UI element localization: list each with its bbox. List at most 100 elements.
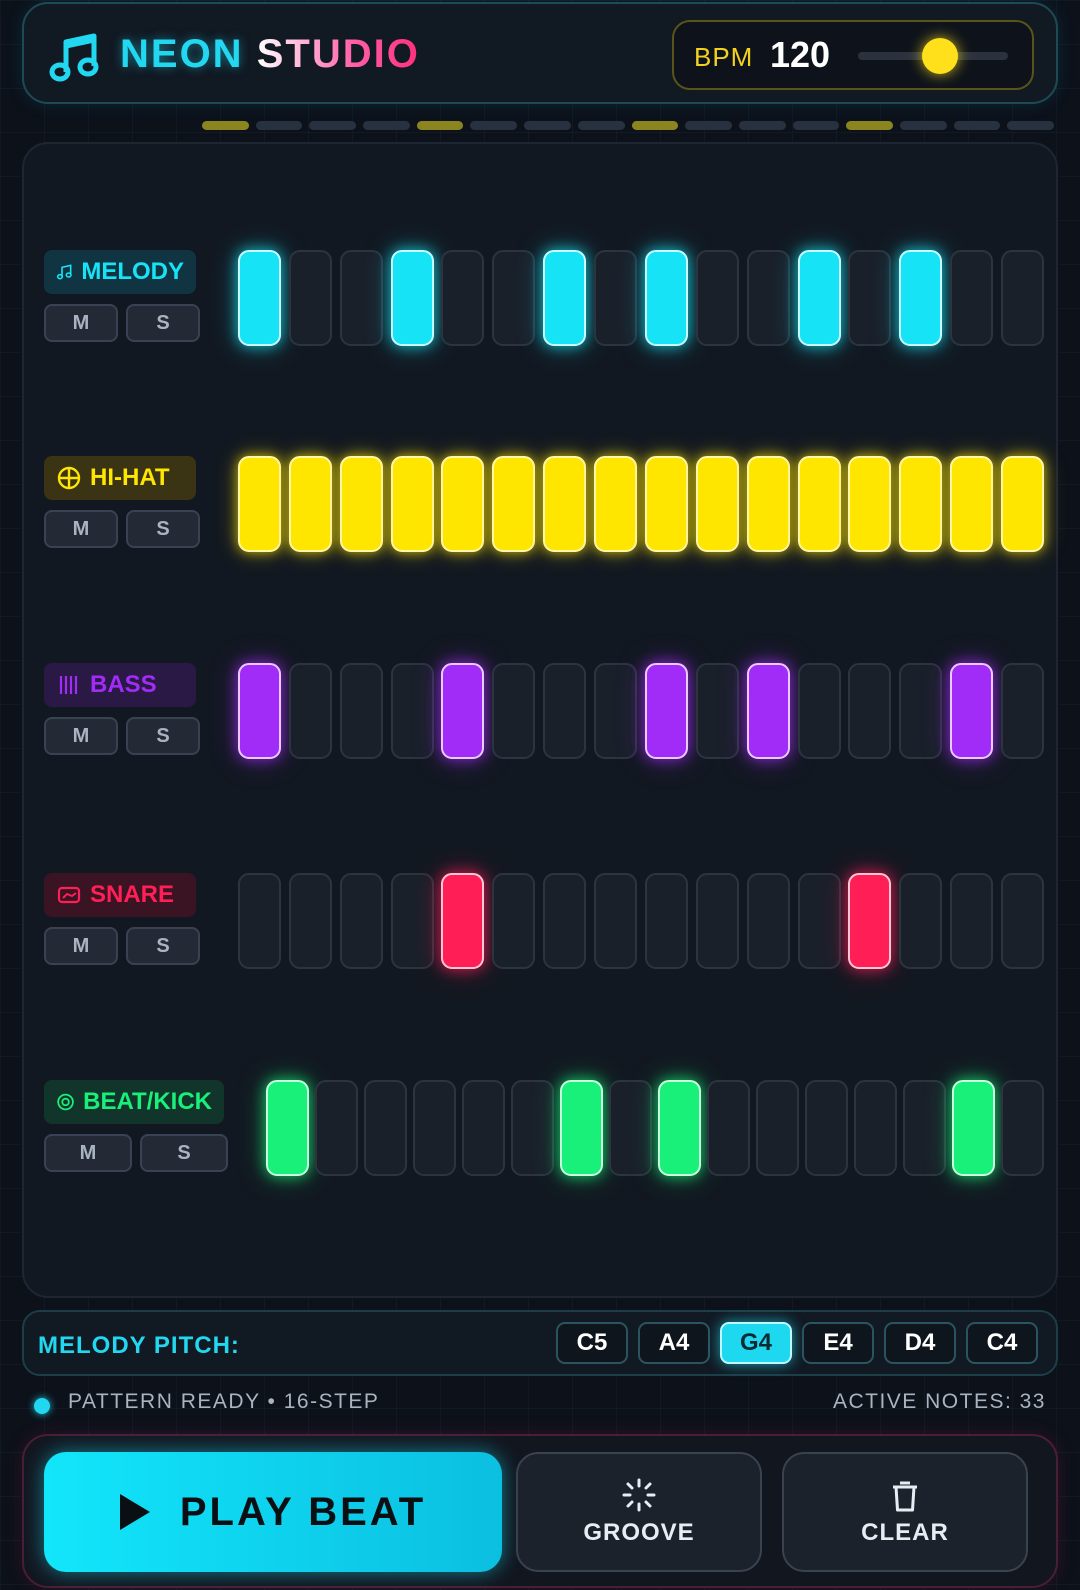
pitch-option-g4[interactable]: G4 xyxy=(720,1322,792,1364)
step-button[interactable] xyxy=(756,1080,799,1176)
step-button-active[interactable] xyxy=(747,663,790,759)
step-button-active[interactable] xyxy=(696,456,739,552)
step-button-active[interactable] xyxy=(391,250,434,346)
step-button[interactable] xyxy=(903,1080,946,1176)
step-button[interactable] xyxy=(899,663,942,759)
step-button[interactable] xyxy=(289,663,332,759)
step-button[interactable] xyxy=(707,1080,750,1176)
step-button[interactable] xyxy=(238,873,281,969)
step-button-active[interactable] xyxy=(441,873,484,969)
step-button-active[interactable] xyxy=(952,1080,995,1176)
step-button-active[interactable] xyxy=(645,456,688,552)
play-beat-button[interactable]: PLAY BEAT xyxy=(44,1452,502,1572)
step-button-active[interactable] xyxy=(848,456,891,552)
mute-button[interactable]: M xyxy=(44,927,118,965)
solo-button[interactable]: S xyxy=(140,1134,228,1172)
step-button[interactable] xyxy=(1001,250,1044,346)
step-button[interactable] xyxy=(696,873,739,969)
step-button[interactable] xyxy=(340,250,383,346)
step-button[interactable] xyxy=(805,1080,848,1176)
step-button[interactable] xyxy=(594,250,637,346)
step-button[interactable] xyxy=(391,873,434,969)
mute-button[interactable]: M xyxy=(44,510,118,548)
step-button-active[interactable] xyxy=(441,456,484,552)
solo-button[interactable]: S xyxy=(126,927,200,965)
groove-button[interactable]: GROOVE xyxy=(516,1452,762,1572)
step-button[interactable] xyxy=(1001,663,1044,759)
step-button-active[interactable] xyxy=(238,250,281,346)
step-button-active[interactable] xyxy=(441,663,484,759)
pitch-option-d4[interactable]: D4 xyxy=(884,1322,956,1364)
step-button[interactable] xyxy=(289,250,332,346)
step-button-active[interactable] xyxy=(645,250,688,346)
step-button[interactable] xyxy=(441,250,484,346)
step-button[interactable] xyxy=(289,873,332,969)
step-button-active[interactable] xyxy=(543,250,586,346)
step-button[interactable] xyxy=(492,873,535,969)
step-button-active[interactable] xyxy=(289,456,332,552)
step-button-active[interactable] xyxy=(848,873,891,969)
step-button[interactable] xyxy=(315,1080,358,1176)
step-button[interactable] xyxy=(854,1080,897,1176)
step-button-active[interactable] xyxy=(798,250,841,346)
step-button[interactable] xyxy=(747,873,790,969)
pitch-option-c5[interactable]: C5 xyxy=(556,1322,628,1364)
step-button-active[interactable] xyxy=(238,456,281,552)
step-button[interactable] xyxy=(594,873,637,969)
step-button[interactable] xyxy=(609,1080,652,1176)
step-button-active[interactable] xyxy=(950,663,993,759)
step-button-active[interactable] xyxy=(492,456,535,552)
bpm-slider-thumb[interactable] xyxy=(921,38,958,74)
step-button-active[interactable] xyxy=(950,456,993,552)
solo-button[interactable]: S xyxy=(126,717,200,755)
step-button-active[interactable] xyxy=(340,456,383,552)
step-button[interactable] xyxy=(1001,873,1044,969)
step-button[interactable] xyxy=(511,1080,554,1176)
step-button-active[interactable] xyxy=(238,663,281,759)
step-button-active[interactable] xyxy=(266,1080,309,1176)
step-button[interactable] xyxy=(594,663,637,759)
step-button[interactable] xyxy=(413,1080,456,1176)
step-button-active[interactable] xyxy=(560,1080,603,1176)
step-button[interactable] xyxy=(492,663,535,759)
step-button-active[interactable] xyxy=(747,456,790,552)
step-button[interactable] xyxy=(798,873,841,969)
mute-button[interactable]: M xyxy=(44,304,118,342)
bpm-slider[interactable] xyxy=(858,38,1008,74)
step-button-active[interactable] xyxy=(658,1080,701,1176)
step-button-active[interactable] xyxy=(543,456,586,552)
step-button-active[interactable] xyxy=(645,663,688,759)
step-button[interactable] xyxy=(848,663,891,759)
step-button-active[interactable] xyxy=(798,456,841,552)
step-button[interactable] xyxy=(747,250,790,346)
step-button-active[interactable] xyxy=(391,456,434,552)
step-button-active[interactable] xyxy=(899,250,942,346)
step-button[interactable] xyxy=(462,1080,505,1176)
step-button[interactable] xyxy=(950,250,993,346)
pitch-option-e4[interactable]: E4 xyxy=(802,1322,874,1364)
step-button[interactable] xyxy=(798,663,841,759)
clear-button[interactable]: CLEAR xyxy=(782,1452,1028,1572)
mute-button[interactable]: M xyxy=(44,717,118,755)
step-button[interactable] xyxy=(899,873,942,969)
step-button[interactable] xyxy=(645,873,688,969)
solo-button[interactable]: S xyxy=(126,510,200,548)
step-button[interactable] xyxy=(950,873,993,969)
step-button[interactable] xyxy=(1001,1080,1044,1176)
step-button[interactable] xyxy=(340,873,383,969)
step-button-active[interactable] xyxy=(1001,456,1044,552)
step-button[interactable] xyxy=(492,250,535,346)
mute-button[interactable]: M xyxy=(44,1134,132,1172)
step-button[interactable] xyxy=(364,1080,407,1176)
step-button[interactable] xyxy=(696,663,739,759)
pitch-option-c4[interactable]: C4 xyxy=(966,1322,1038,1364)
step-button-active[interactable] xyxy=(594,456,637,552)
step-button[interactable] xyxy=(340,663,383,759)
step-button[interactable] xyxy=(543,873,586,969)
step-button[interactable] xyxy=(543,663,586,759)
step-button-active[interactable] xyxy=(899,456,942,552)
step-button[interactable] xyxy=(391,663,434,759)
step-button[interactable] xyxy=(696,250,739,346)
pitch-option-a4[interactable]: A4 xyxy=(638,1322,710,1364)
step-button[interactable] xyxy=(848,250,891,346)
